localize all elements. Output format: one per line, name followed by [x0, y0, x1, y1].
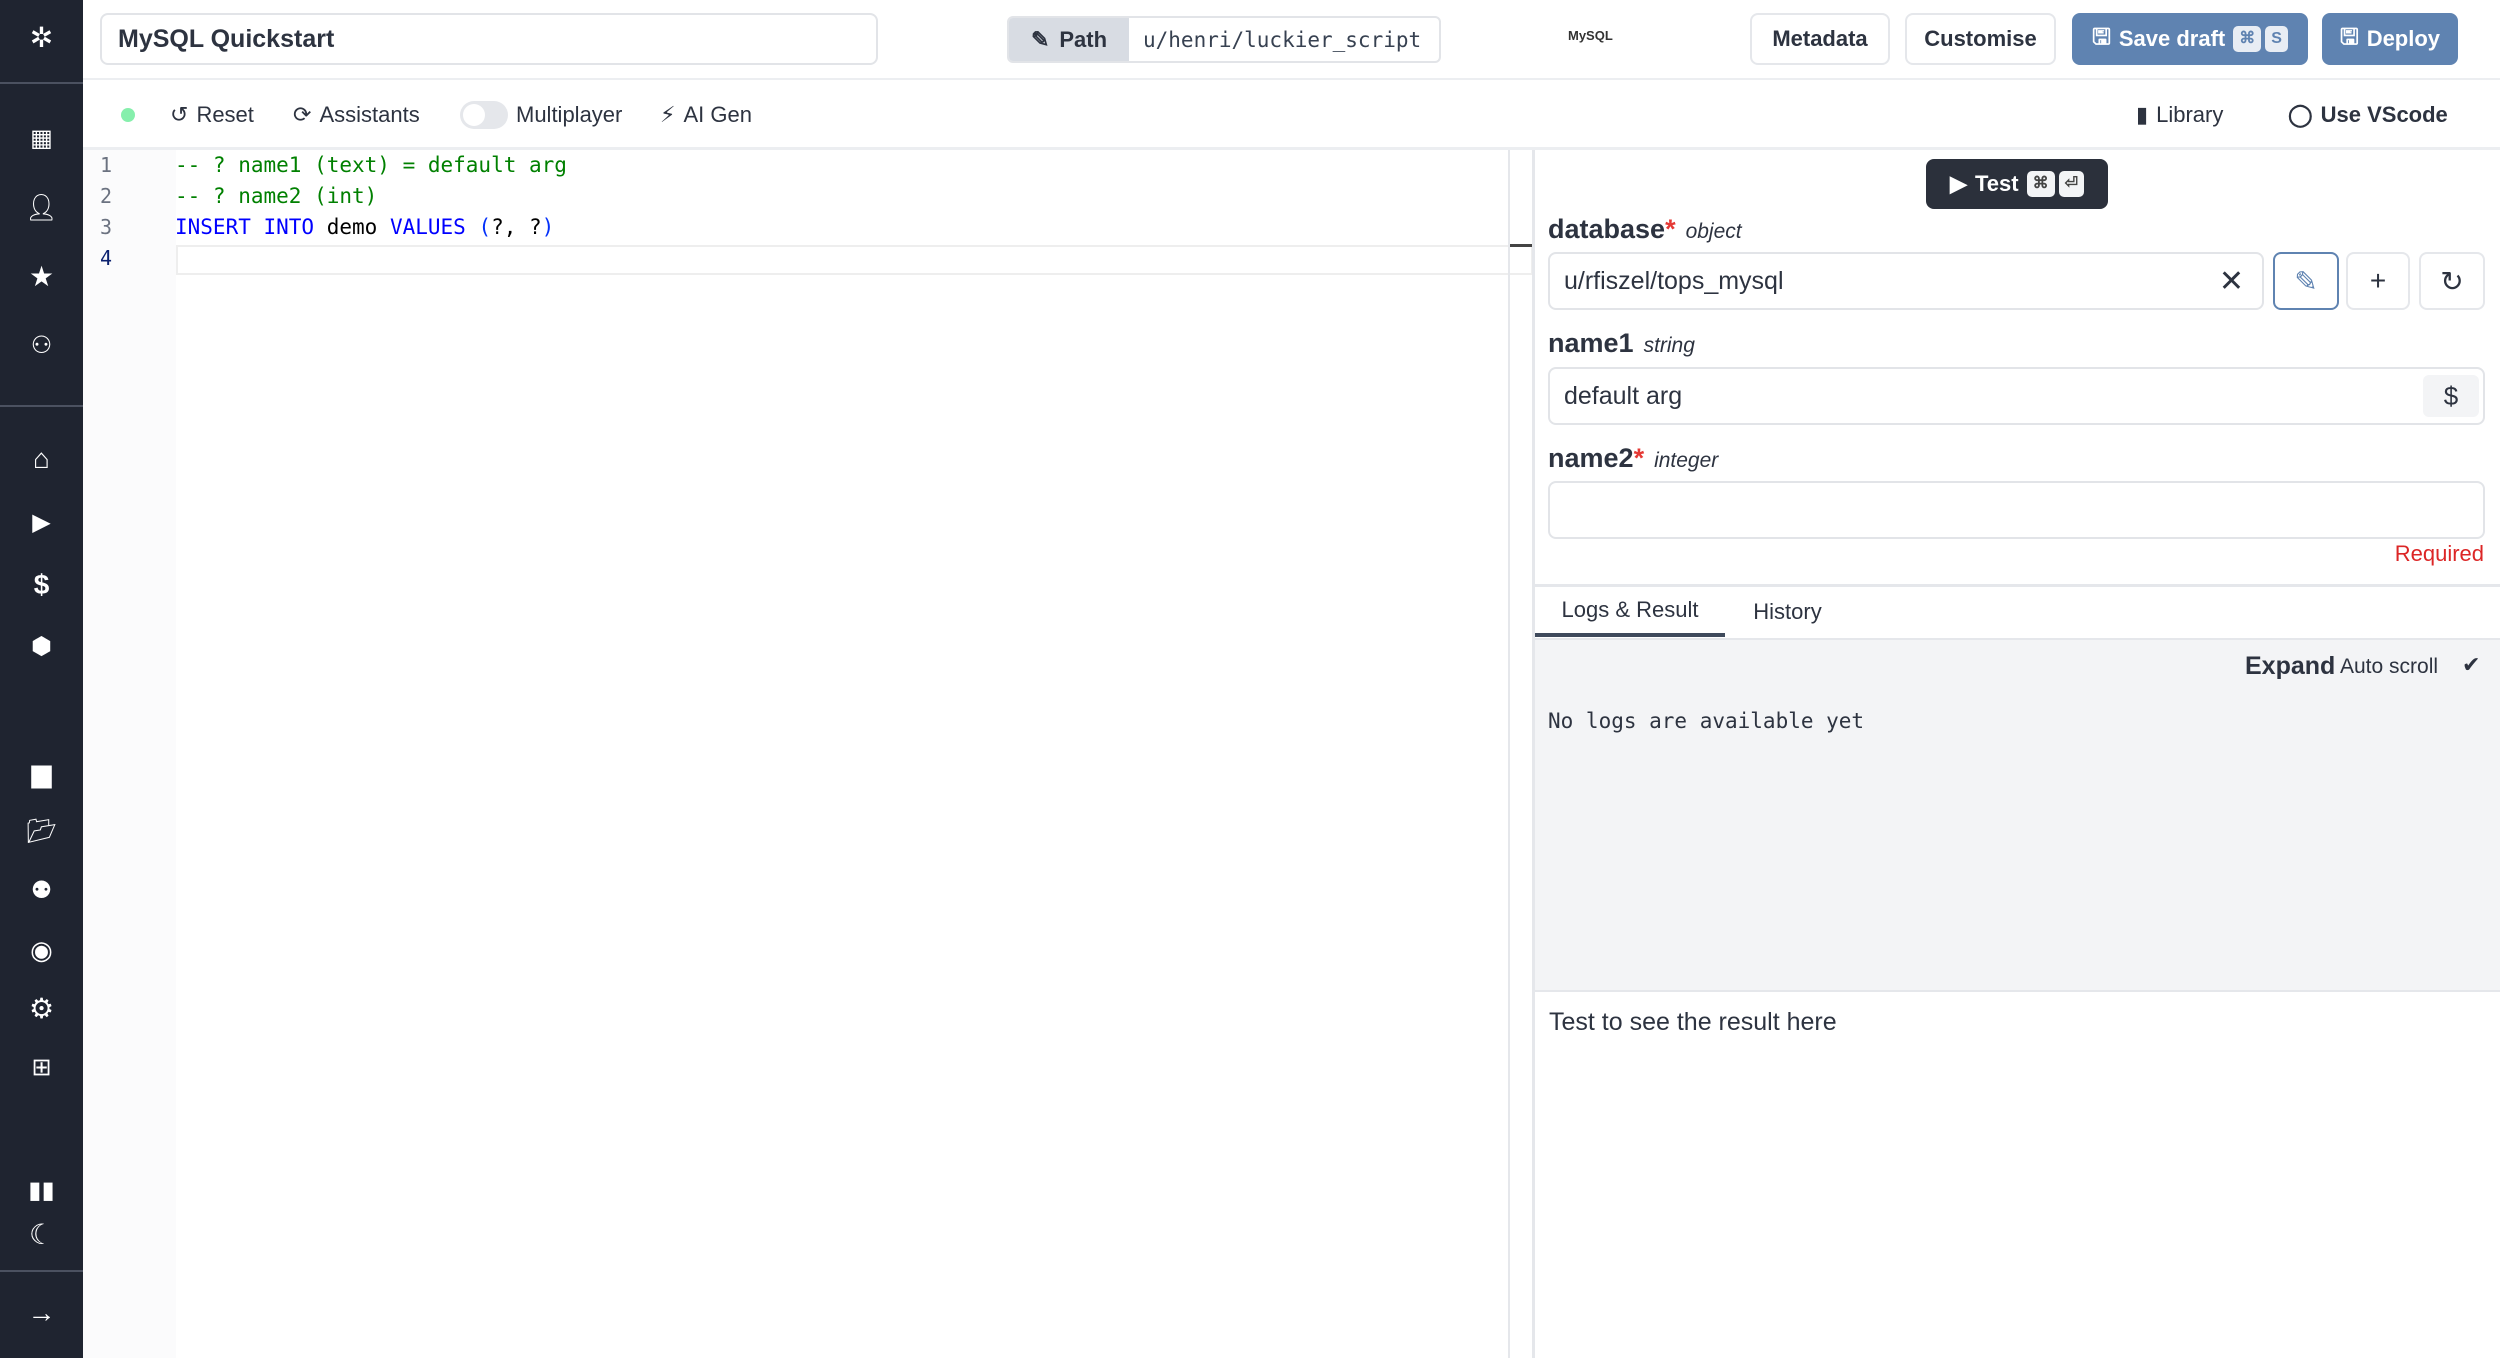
refresh-icon: ⟳ — [293, 102, 312, 127]
code-line[interactable]: INSERT INTO demo VALUES (?, ?) — [175, 212, 554, 243]
robot-icon[interactable]: ⊞ — [0, 1048, 83, 1088]
code-token: ?, ? — [491, 215, 542, 239]
calendar-icon[interactable]: ▆ — [0, 753, 83, 793]
pencil-icon: ✎ — [2294, 265, 2318, 297]
path-button[interactable]: ✎ Path — [1009, 18, 1129, 61]
add-resource-button[interactable]: + — [2346, 252, 2410, 310]
close-icon[interactable]: ✕ — [2219, 264, 2244, 299]
current-line-highlight — [176, 245, 1533, 275]
code-token: -- ? name2 (int) — [175, 184, 378, 208]
multiplayer-toggle[interactable]: Multiplayer — [460, 100, 622, 130]
auto-scroll-checkbox[interactable]: ✔ — [2462, 652, 2480, 678]
code-token: ( — [465, 215, 492, 239]
pencil-icon: ✎ — [1030, 26, 1050, 52]
sidebar-divider — [0, 1270, 83, 1272]
code-token: -- ? name1 (text) = default arg — [175, 153, 567, 177]
book-icon: ▮ — [2136, 102, 2149, 127]
plus-icon: + — [2369, 265, 2387, 296]
path-label: Path — [1059, 26, 1108, 52]
kbd-cmd: ⌘ — [2233, 26, 2262, 52]
scrollbar-thumb[interactable] — [1510, 244, 1533, 247]
book-open-icon[interactable]: ▮▮ — [0, 1171, 83, 1211]
sidebar: ✲ ▦ 👤︎ ★ ⚇ ⌂ ▶ $ ⬢ ▆ 📂︎ ⚉ ◉ ⚙ ⊞ ▮▮ ☾ → — [0, 0, 83, 1358]
toggle-switch[interactable] — [460, 101, 508, 129]
test-button[interactable]: ▶ Test ⌘ ⏎ — [1926, 159, 2108, 209]
line-number: 2 — [100, 184, 113, 208]
gear-icon[interactable]: ⚙ — [0, 989, 83, 1029]
reset-button[interactable]: ↺ Reset — [170, 100, 254, 130]
dollar-icon[interactable]: $ — [0, 565, 83, 605]
github-icon: ◯ — [2288, 102, 2313, 127]
sidebar-divider — [0, 405, 83, 407]
result-placeholder: Test to see the result here — [1549, 1008, 1837, 1036]
auto-scroll-label: Auto scroll — [2340, 655, 2439, 678]
code-token: INSERT INTO — [175, 215, 315, 239]
groups-icon[interactable]: ⚉ — [0, 871, 83, 911]
gutter — [83, 150, 176, 1358]
play-icon[interactable]: ▶ — [0, 503, 83, 543]
path-value[interactable]: u/henri/luckier_script — [1129, 18, 1439, 61]
edit-resource-button[interactable]: ✎ — [2273, 252, 2339, 310]
save-draft-button[interactable]: 🖫︎ Save draft ⌘ S — [2072, 13, 2308, 65]
script-title-input[interactable]: MySQL Quickstart — [100, 13, 878, 65]
status-dot — [121, 108, 135, 122]
folder-open-icon[interactable]: 📂︎ — [0, 812, 83, 852]
line-number: 3 — [100, 215, 113, 239]
script-title: MySQL Quickstart — [118, 24, 335, 53]
moon-icon[interactable]: ☾ — [0, 1215, 83, 1255]
save-icon: 🖫︎ — [2339, 24, 2359, 49]
dollar-icon[interactable]: $ — [2423, 375, 2479, 417]
database-label: database* object — [1548, 214, 1742, 244]
eye-icon[interactable]: ◉ — [0, 930, 83, 970]
name1-input[interactable]: default arg $ — [1548, 367, 2485, 425]
save-icon: 🖫︎ — [2092, 24, 2111, 49]
code-token: demo — [314, 215, 390, 239]
line-number: 4 — [100, 246, 113, 270]
required-error: Required — [2394, 541, 2484, 566]
deploy-button[interactable]: 🖫︎ Deploy — [2322, 13, 2458, 65]
play-icon: ▶ — [1950, 171, 1967, 196]
sidebar-divider — [0, 82, 83, 84]
code-token: ) — [541, 215, 555, 239]
cubes-icon[interactable]: ⬢ — [0, 627, 83, 667]
database-input[interactable]: u/rfiszel/tops_mysql ✕ — [1548, 252, 2264, 310]
customise-button[interactable]: Customise — [1905, 13, 2056, 65]
refresh-button[interactable]: ↻ — [2419, 252, 2485, 310]
user-icon[interactable]: 👤︎ — [0, 187, 83, 227]
line-number: 1 — [100, 153, 113, 177]
name1-label: name1 string — [1548, 328, 1695, 358]
metadata-button[interactable]: Metadata — [1750, 13, 1890, 65]
users-icon[interactable]: ⚇ — [0, 326, 83, 366]
assistants-button[interactable]: ⟳ Assistants — [293, 100, 420, 130]
kbd-s: S — [2265, 26, 2288, 52]
tab-history[interactable]: History — [1725, 587, 1850, 637]
magic-wand-icon: ⚡︎ — [660, 102, 676, 127]
undo-icon: ↺ — [170, 102, 189, 127]
logs-panel — [1535, 638, 2500, 990]
windmill-logo-icon[interactable]: ✲ — [0, 18, 83, 58]
tab-logs-result[interactable]: Logs & Result — [1535, 587, 1725, 637]
name2-input[interactable] — [1548, 481, 2485, 539]
no-logs-text: No logs are available yet — [1548, 709, 1865, 733]
code-line[interactable]: -- ? name2 (int) — [175, 181, 377, 212]
name2-label: name2* integer — [1548, 443, 1719, 473]
editor-scrollbar[interactable] — [1508, 150, 1510, 1358]
use-vscode-button[interactable]: ◯ Use VScode — [2288, 100, 2448, 130]
mysql-logo: MySQL — [1568, 28, 1613, 43]
ai-gen-button[interactable]: ⚡︎ AI Gen — [660, 100, 752, 130]
result-divider — [1535, 990, 2500, 992]
arrow-right-icon[interactable]: → — [0, 1293, 83, 1333]
star-icon[interactable]: ★ — [0, 257, 83, 297]
home-icon[interactable]: ⌂ — [0, 439, 83, 479]
code-token: VALUES — [389, 215, 466, 239]
refresh-icon: ↻ — [2440, 265, 2464, 297]
library-button[interactable]: ▮ Library — [2136, 100, 2223, 130]
building-icon[interactable]: ▦ — [0, 119, 83, 159]
code-line[interactable]: -- ? name1 (text) = default arg — [175, 150, 567, 181]
expand-button[interactable]: Expand — [2245, 652, 2335, 681]
path-group[interactable]: ✎ Path u/henri/luckier_script — [1007, 16, 1441, 63]
